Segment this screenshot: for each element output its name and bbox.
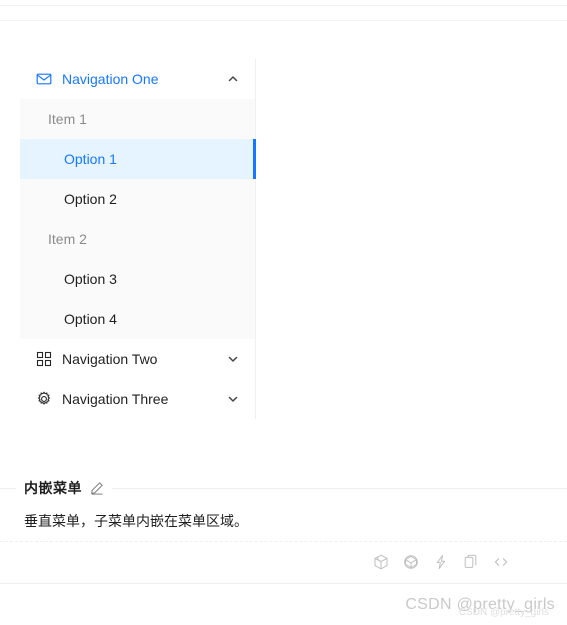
submenu-item-option-4-label: Option 4 [64,311,117,327]
menu-item-navigation-two-label: Navigation Two [62,351,158,367]
pencil-icon[interactable] [90,481,104,495]
menu-item-navigation-two[interactable]: Navigation Two [20,339,255,379]
appstore-grid-icon [36,351,52,367]
top-divider-upper [0,5,567,6]
mail-icon [36,71,52,87]
code-brackets-icon[interactable] [489,550,513,574]
submenu-item-option-3[interactable]: Option 3 [20,259,255,299]
section-title: 内嵌菜单 [24,480,82,496]
stackblitz-lightning-icon[interactable] [429,550,453,574]
chevron-down-icon[interactable] [227,393,239,405]
submenu-item-option-2-label: Option 2 [64,191,117,207]
codesandbox-icon[interactable] [369,550,393,574]
copy-icon[interactable] [459,550,483,574]
heading-rule-right [112,487,567,489]
menu-item-navigation-three-label: Navigation Three [62,391,169,407]
menu-item-navigation-one[interactable]: Navigation One [20,59,255,99]
submenu-item-option-2[interactable]: Option 2 [20,179,255,219]
menu-item-navigation-three[interactable]: Navigation Three [20,379,255,419]
submenu-item-option-3-label: Option 3 [64,271,117,287]
inline-menu: Navigation One Item 1 Option 1 Option 2 … [20,59,256,419]
heading-rule-left [0,487,16,489]
submenu-item-option-4[interactable]: Option 4 [20,299,255,339]
chevron-up-icon[interactable] [227,73,239,85]
submenu-panel-navigation-one: Item 1 Option 1 Option 2 Item 2 Option 3… [20,99,256,339]
chevron-down-icon[interactable] [227,353,239,365]
watermark-ghost: CSDN @pretty_girls [458,607,549,618]
menu-group-title-item-2: Item 2 [48,231,87,247]
codepen-icon[interactable] [399,550,423,574]
gear-icon [36,391,52,407]
menu-group-title-item-1: Item 1 [48,111,87,127]
demo-action-bar [0,542,567,582]
section-heading: 内嵌菜单 [0,478,567,498]
menu-item-navigation-one-label: Navigation One [62,71,159,87]
section-description: 垂直菜单，子菜单内嵌在菜单区域。 [24,513,248,529]
demo-stage: Navigation One Item 1 Option 1 Option 2 … [0,21,567,465]
heading-title-wrap: 内嵌菜单 [16,478,112,498]
bottom-divider [0,583,567,584]
submenu-item-option-1-label: Option 1 [64,151,117,167]
submenu-item-option-1[interactable]: Option 1 [20,139,256,179]
